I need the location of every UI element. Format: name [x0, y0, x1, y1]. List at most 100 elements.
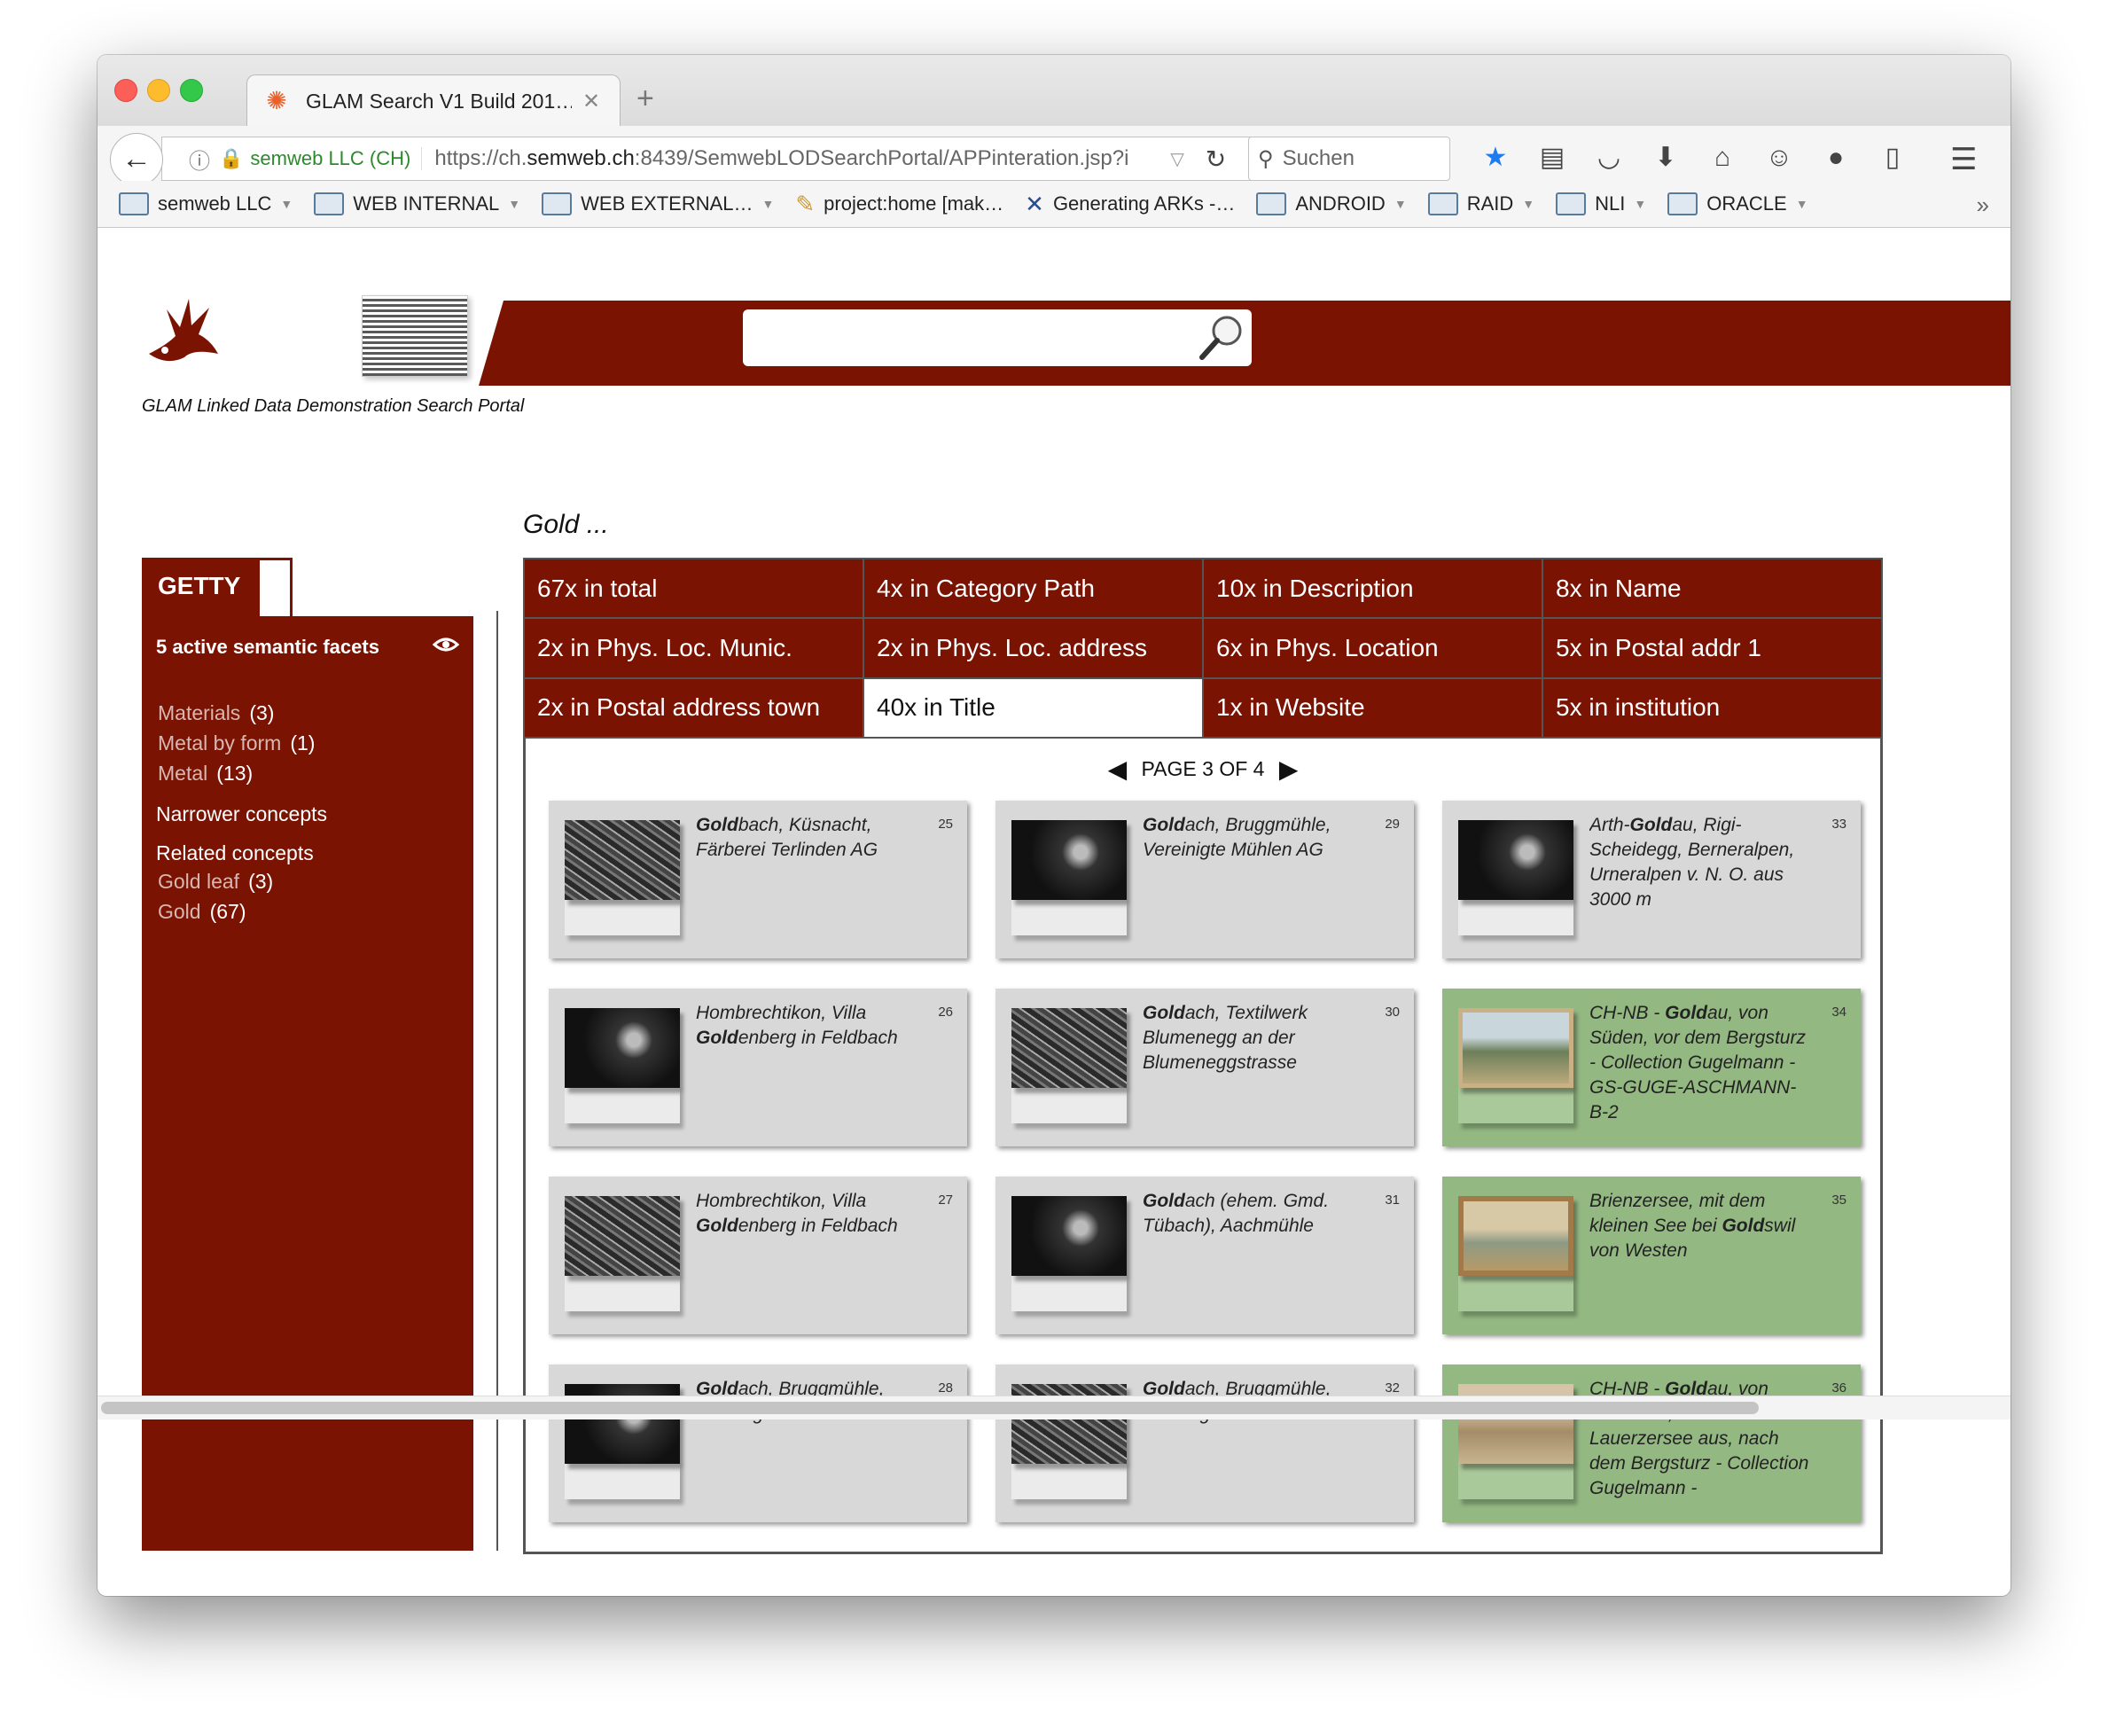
web-page: GLAM Linked Data Demonstration Search Po…: [98, 228, 2010, 1567]
search-input[interactable]: [752, 317, 1181, 359]
menu-icon[interactable]: ☰: [1950, 142, 1977, 177]
bookmark-semweb-llc[interactable]: semweb LLC ▼: [119, 192, 293, 215]
result-card[interactable]: Goldach, Bruggmühle, Vereinigte Mühlen A…: [995, 1365, 1414, 1522]
result-number: 34: [1831, 1005, 1846, 1020]
result-thumbnail[interactable]: [1011, 820, 1127, 900]
result-title: Goldach, Bruggmühle, Vereinigte Mühlen A…: [1143, 815, 1331, 860]
result-thumbnail[interactable]: [1458, 820, 1573, 900]
related-gold[interactable]: Gold (67): [158, 900, 246, 924]
bookmark-web-internal[interactable]: WEB INTERNAL ▼: [314, 192, 520, 215]
pocket-icon[interactable]: ◡: [1581, 137, 1637, 179]
result-card[interactable]: Hombrechtikon, Villa Goldenberg in Feldb…: [549, 1177, 967, 1334]
prev-page-icon[interactable]: ◀: [1108, 755, 1128, 783]
hit-phys-loc-address[interactable]: 2x in Phys. Loc. address: [864, 619, 1202, 677]
back-button[interactable]: ←: [110, 133, 163, 186]
result-thumbnail[interactable]: [1458, 1008, 1573, 1088]
folder-icon: [1556, 192, 1587, 215]
hit-phys-location[interactable]: 6x in Phys. Location: [1204, 619, 1542, 677]
eye-icon[interactable]: [433, 634, 459, 655]
bookmark-oracle[interactable]: ORACLE ▼: [1667, 192, 1808, 215]
zoom-window-button[interactable]: [180, 79, 203, 102]
facet-metal-by-form[interactable]: Metal by form (1): [158, 731, 315, 755]
ark-icon: ✕: [1025, 190, 1044, 217]
result-card[interactable]: Goldbach, Küsnacht, Färberei Terlinden A…: [549, 801, 967, 958]
site-identity[interactable]: semweb LLC (CH): [250, 147, 423, 170]
facet-materials[interactable]: Materials (3): [158, 701, 274, 725]
magnifier-icon[interactable]: [1195, 311, 1248, 364]
result-number: 26: [938, 1005, 953, 1020]
addon-icon[interactable]: ●: [1807, 137, 1864, 179]
home-icon[interactable]: ⌂: [1694, 137, 1751, 179]
result-title: Goldach, Textilwerk Blumenegg an der Blu…: [1143, 1003, 1308, 1073]
more-bookmarks-icon[interactable]: »: [1977, 192, 1989, 219]
smiley-icon[interactable]: ☺: [1751, 137, 1807, 179]
folder-icon: [314, 192, 345, 215]
result-thumbnail[interactable]: [1458, 1196, 1573, 1276]
reload-icon[interactable]: ↻: [1206, 145, 1226, 174]
result-number: 36: [1831, 1380, 1846, 1396]
hit-description[interactable]: 10x in Description: [1204, 559, 1542, 618]
getty-tab[interactable]: GETTY: [142, 558, 257, 616]
scrollbar-thumb[interactable]: [101, 1402, 1759, 1414]
browser-tab[interactable]: ✺ GLAM Search V1 Build 201… ✕: [246, 74, 621, 127]
active-facets-heading: 5 active semantic facets: [156, 636, 379, 658]
hit-institution[interactable]: 5x in institution: [1543, 678, 1881, 737]
next-page-icon[interactable]: ▶: [1279, 755, 1299, 783]
hit-postal-address-town[interactable]: 2x in Postal address town: [525, 678, 863, 737]
result-number: 30: [1385, 1005, 1400, 1020]
result-card[interactable]: Goldach, Textilwerk Blumenegg an der Blu…: [995, 989, 1414, 1146]
url-text[interactable]: https://ch.semweb.ch:8439/SemwebLODSearc…: [434, 146, 1161, 171]
result-thumbnail[interactable]: [565, 820, 680, 900]
result-card[interactable]: CH-NB - Goldau, von Süden, vor dem Bergs…: [1442, 989, 1861, 1146]
bookmark-star-icon[interactable]: ★: [1467, 137, 1524, 179]
minimize-window-button[interactable]: [147, 79, 170, 102]
clipboard-icon[interactable]: ▯: [1864, 137, 1921, 179]
close-window-button[interactable]: [114, 79, 137, 102]
horizontal-scrollbar[interactable]: [98, 1396, 2010, 1419]
hit-website[interactable]: 1x in Website: [1204, 678, 1542, 737]
url-bar[interactable]: ⓘ 🔒 semweb LLC (CH) https://ch.semweb.ch…: [161, 137, 1271, 181]
hit-title[interactable]: 40x in Title: [864, 678, 1202, 737]
reading-list-icon[interactable]: ▤: [1524, 137, 1581, 179]
result-number: 28: [938, 1380, 953, 1396]
result-card[interactable]: Goldach, Bruggmühle, Vereinigte Mühlen A…: [995, 801, 1414, 958]
hit-phys-loc-munic[interactable]: 2x in Phys. Loc. Munic.: [525, 619, 863, 677]
search-box: [743, 309, 1252, 366]
browser-search-field[interactable]: ⚲ Suchen: [1248, 137, 1450, 181]
bookmark-raid[interactable]: RAID ▼: [1427, 192, 1534, 215]
bookmark-web-external[interactable]: WEB EXTERNAL… ▼: [542, 192, 774, 215]
result-number: 33: [1831, 817, 1846, 832]
bookmark-nli[interactable]: NLI ▼: [1556, 192, 1646, 215]
result-card[interactable]: Goldach (ehem. Gmd. Tübach), Aachmühle 3…: [995, 1177, 1414, 1334]
empty-tab[interactable]: [257, 558, 293, 616]
result-card[interactable]: Arth-Goldau, Rigi-Scheidegg, Berneralpen…: [1442, 801, 1861, 958]
download-icon[interactable]: ⬇: [1637, 137, 1694, 179]
related-gold-leaf[interactable]: Gold leaf (3): [158, 870, 273, 894]
result-thumbnail[interactable]: [565, 1008, 680, 1088]
hit-name[interactable]: 8x in Name: [1543, 559, 1881, 618]
facet-metal[interactable]: Metal (13): [158, 762, 253, 786]
word-cloud-image[interactable]: [362, 295, 468, 377]
result-card[interactable]: CH-NB - Goldau, von Südosten, vom Lauerz…: [1442, 1365, 1861, 1522]
bookmark-android[interactable]: ANDROID ▼: [1256, 192, 1407, 215]
result-thumbnail[interactable]: [1011, 1196, 1127, 1276]
result-thumbnail[interactable]: [565, 1196, 680, 1276]
bookmark-generating-arks[interactable]: ✕ Generating ARKs -…: [1025, 191, 1235, 218]
bookmark-project-home[interactable]: ✎ project:home [mak…: [795, 191, 1003, 218]
result-card[interactable]: Hombrechtikon, Villa Goldenberg in Feldb…: [549, 989, 967, 1146]
hit-category-path[interactable]: 4x in Category Path: [864, 559, 1202, 618]
result-title: Hombrechtikon, Villa Goldenberg in Feldb…: [696, 1191, 898, 1236]
info-icon[interactable]: ⓘ: [189, 144, 210, 175]
result-number: 31: [1385, 1193, 1400, 1208]
result-card[interactable]: Goldach, Bruggmühle, Vereinigte Mühlen A…: [549, 1365, 967, 1522]
result-thumbnail[interactable]: [1011, 1008, 1127, 1088]
close-tab-icon[interactable]: ✕: [582, 89, 600, 114]
portal-title: GLAM Linked Data Demonstration Search Po…: [142, 396, 525, 416]
hit-postal-addr-1[interactable]: 5x in Postal addr 1: [1543, 619, 1881, 677]
lock-icon: 🔒: [219, 147, 244, 169]
new-tab-icon[interactable]: +: [636, 82, 654, 116]
result-card[interactable]: Brienzersee, mit dem kleinen See bei Gol…: [1442, 1177, 1861, 1334]
url-dropdown-icon[interactable]: ▽: [1170, 148, 1183, 170]
folder-icon: [542, 192, 573, 215]
hit-total[interactable]: 67x in total: [525, 559, 863, 618]
